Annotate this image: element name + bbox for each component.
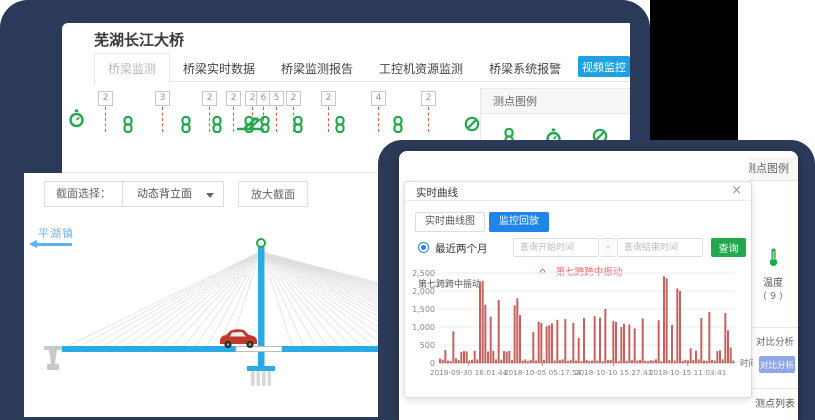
chevron-down-icon [206,193,214,198]
dialog-tab-1[interactable]: 监控回放 [489,212,549,232]
sensor-count-badge: 5 [269,91,284,106]
tab-3[interactable]: 工控机资源监测 [366,54,476,84]
query-end-input[interactable] [617,238,703,257]
vibration-chart: 0 500 1,000 1,500 2,000 2,500 2018-09-30 16:01… [405,267,753,399]
svg-text:2018-10-10 15:27:41: 2018-10-10 15:27:41 [575,368,653,377]
video-monitor-button[interactable]: 视频监控 [578,56,630,77]
svg-text:1,500: 1,500 [412,305,435,314]
behind-legend-header: 测点图例 [749,157,798,181]
sensor-dashed-line [276,107,277,132]
page-title: 芜湖长江大桥 [94,29,184,50]
chain-sensor-icon[interactable] [259,116,271,137]
compare-section-label: 对比分析 [756,334,794,348]
compare-analysis-button[interactable]: 对比分析 [759,356,795,373]
svg-text:2018-10-15 11:03:41: 2018-10-15 11:03:41 [649,368,727,377]
tab-4[interactable]: 桥梁系统报警 [476,54,574,84]
dialog-title: 实时曲线 [416,185,458,200]
section-select-label: 截面选择： [44,181,122,207]
sensor-count-badge: 3 [155,91,170,106]
dialog-tabs: 实时曲线图监控回放 [415,209,553,232]
sensor-count-badge: 2 [286,91,301,106]
chain-sensor-icon[interactable] [211,116,223,137]
svg-text:2018-09-30 16:01:44: 2018-09-30 16:01:44 [430,368,508,377]
temperature-item[interactable]: 温度 ( 9 ) [752,247,794,302]
chain-sensor-icon[interactable] [122,116,134,137]
screenshot-canvas: 芜湖长江大桥 桥梁监测桥梁实时数据桥梁监测报告工控机资源监测桥梁系统报警 视频监… [0,0,815,420]
main-tabbar: 桥梁监测桥梁实时数据桥梁监测报告工控机资源监测桥梁系统报警 视频监控 [94,53,630,82]
tab-2[interactable]: 桥梁监测报告 [268,54,366,84]
chain-sensor-icon[interactable] [243,116,255,137]
query-row: 最近两个月 - 查询 [405,238,751,258]
realtime-curve-dialog: 实时曲线 × 实时曲线图监控回放 最近两个月 - 查询 第七跨跨中振动 第七跨跨… [404,181,752,398]
chain-sensor-icon[interactable] [392,116,404,137]
sensor-dashed-line [328,107,329,132]
legend-panel-title: 测点图例 [481,89,629,114]
sensor-dashed-line [233,107,234,132]
tab-0[interactable]: 桥梁监测 [94,53,170,85]
divider [751,327,798,328]
dialog-header: 实时曲线 × [405,182,751,201]
sensor-dashed-line [162,107,163,132]
section-controls: 截面选择： 动态背立面 放大截面 [44,181,308,207]
dialog-tab-0[interactable]: 实时曲线图 [415,212,485,232]
svg-text:500: 500 [420,341,435,350]
noentry-sensor-icon[interactable] [464,116,480,136]
svg-text:0: 0 [430,359,435,368]
sensor-count-badge: 2 [202,91,217,106]
curve-window: 测点图例 温度 ( 9 ) 对比分析 对比分析 测点列表 实时曲线 × 实时曲线… [399,151,798,420]
clock-sensor-icon[interactable] [68,109,85,132]
svg-text:2018-10-05 05:17:54: 2018-10-05 05:17:54 [504,368,582,377]
chain-sensor-icon[interactable] [180,116,192,137]
query-start-input[interactable] [513,238,599,257]
svg-text:时间: 时间 [740,358,753,369]
range-radio[interactable] [418,242,429,253]
sensor-dashed-line [105,107,106,132]
close-icon[interactable]: × [731,183,742,198]
sensor-count-badge: 4 [371,91,386,106]
range-separator: - [601,238,615,257]
section-select-value: 动态背立面 [137,187,192,200]
temperature-count: ( 9 ) [752,291,794,302]
chain-sensor-icon[interactable] [292,116,304,137]
enlarge-section-button[interactable]: 放大截面 [238,181,308,207]
sensor-dashed-line [378,107,379,132]
divider [751,388,798,389]
tab-1[interactable]: 桥梁实时数据 [170,54,268,84]
sensor-dashed-line [428,107,429,132]
range-radio-label: 最近两个月 [435,241,488,256]
section-select-dropdown[interactable]: 动态背立面 [122,181,224,207]
query-button[interactable]: 查询 [711,238,746,257]
chain-sensor-icon[interactable] [334,116,346,137]
point-list-section-label: 测点列表 [755,395,795,410]
thermometer-icon [767,247,780,267]
main-tabs-container: 桥梁监测桥梁实时数据桥梁监测报告工控机资源监测桥梁系统报警 [94,58,574,77]
temperature-label: 温度 [752,274,794,289]
sensor-count-badge: 2 [421,91,436,106]
sensor-dashed-line [209,107,210,132]
svg-text:2,000: 2,000 [412,287,435,296]
sensor-count-badge: 2 [98,91,113,106]
sensor-icon-strip: 23222652242 [62,83,480,145]
svg-text:1,000: 1,000 [412,323,435,332]
background-black-region [650,0,738,140]
svg-text:2,500: 2,500 [412,269,435,278]
sensor-count-badge: 2 [226,91,241,106]
sensor-count-badge: 2 [321,91,336,106]
